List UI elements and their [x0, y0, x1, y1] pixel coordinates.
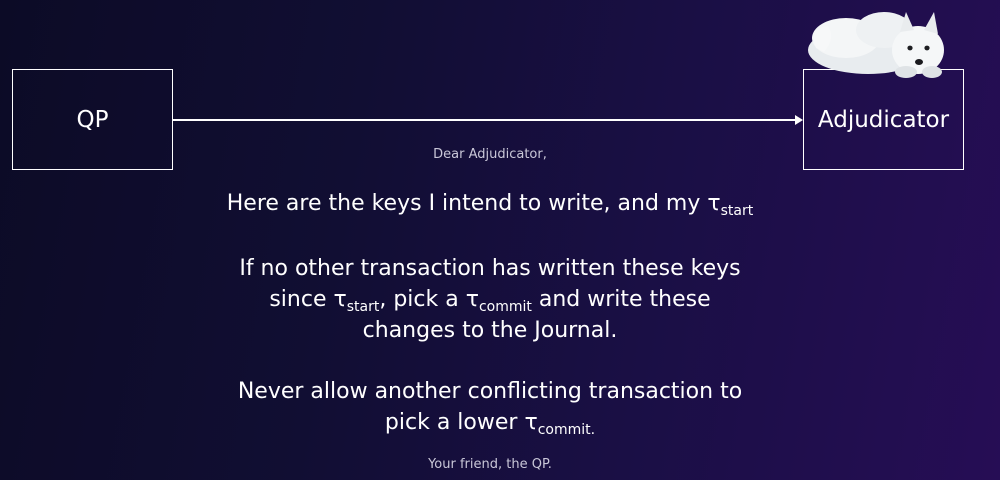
letter-line-keys: Here are the keys I intend to write, and… [226, 191, 754, 219]
samoyed-dog-icon [808, 12, 944, 78]
letter-paragraph-rule: Never allow another conflicting transact… [237, 379, 743, 438]
letter-salutation: Dear Adjudicator, [433, 147, 547, 162]
adjudicator-label: Adjudicator [817, 106, 950, 133]
arrow-head-icon [795, 115, 803, 125]
arrow-line [173, 119, 795, 121]
letter-paragraph-condition: If no other transaction has written thes… [239, 256, 741, 343]
qp-label: QP [76, 106, 109, 133]
letter-signoff: Your friend, the QP. [428, 457, 552, 472]
